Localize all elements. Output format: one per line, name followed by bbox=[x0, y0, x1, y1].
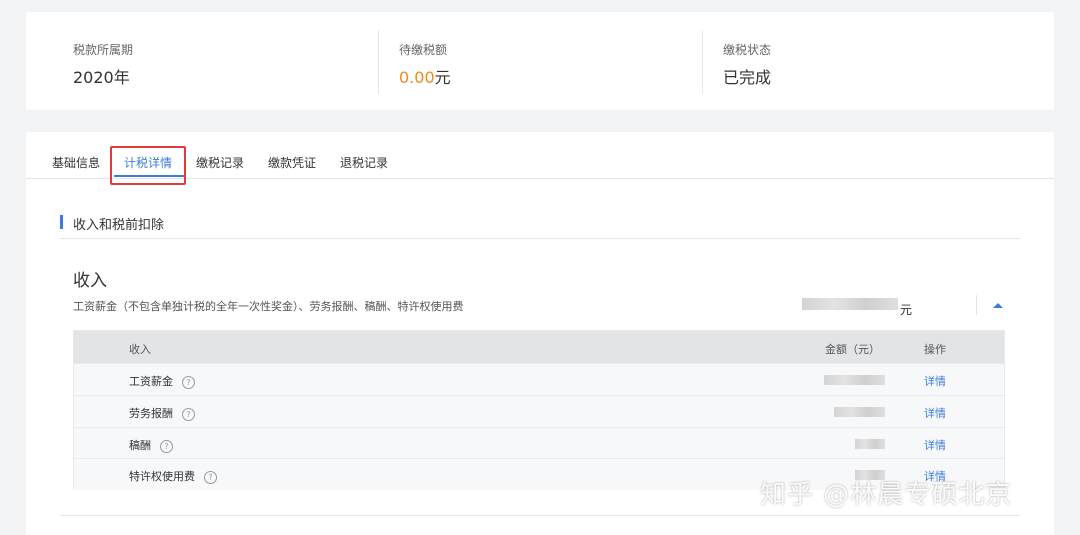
tab-refund-records[interactable]: 退税记录 bbox=[340, 154, 388, 171]
caret-up-icon[interactable] bbox=[992, 300, 1004, 310]
amount-redacted bbox=[824, 375, 885, 385]
detail-link[interactable]: 详情 bbox=[924, 437, 946, 453]
header-amount: 金额（元） bbox=[825, 343, 880, 356]
question-circle-icon[interactable]: ? bbox=[182, 375, 195, 389]
header-income: 收入 bbox=[129, 343, 151, 356]
amount-redacted bbox=[834, 407, 885, 417]
summary-card: 税款所属期 2020年 待缴税额 0.00元 缴税状态 已完成 bbox=[26, 12, 1054, 110]
summary-divider bbox=[702, 30, 703, 94]
row-name: 稿酬? bbox=[129, 437, 173, 453]
tab-payment-voucher[interactable]: 缴款凭证 bbox=[268, 154, 316, 171]
table-row: 稿酬? 详情 bbox=[74, 427, 1004, 459]
table-row: 工资薪金? 详情 bbox=[74, 363, 1004, 395]
question-circle-icon[interactable]: ? bbox=[160, 439, 173, 453]
amount-redacted bbox=[855, 439, 885, 449]
question-circle-icon[interactable]: ? bbox=[204, 470, 217, 484]
row-name: 工资薪金? bbox=[129, 373, 195, 389]
period-value: 2020年 bbox=[73, 68, 130, 87]
header-action: 操作 bbox=[924, 343, 946, 356]
tab-basic-info[interactable]: 基础信息 bbox=[52, 154, 100, 171]
table-row: 劳务报酬? 详情 bbox=[74, 395, 1004, 427]
row-name-text: 稿酬 bbox=[129, 439, 151, 452]
status-value: 已完成 bbox=[723, 68, 772, 87]
watermark: 知乎 @林晨专硕北京 bbox=[760, 480, 1013, 510]
pending-value: 0.00元 bbox=[399, 64, 451, 88]
detail-link[interactable]: 详情 bbox=[924, 373, 946, 389]
period-label: 税款所属期 bbox=[73, 43, 134, 57]
row-name-text: 工资薪金 bbox=[129, 375, 173, 388]
pending-label: 待缴税额 bbox=[399, 43, 448, 57]
tab-bar: 基础信息 计税详情 缴税记录 缴款凭证 退税记录 bbox=[26, 132, 1054, 185]
table-header: 收入 金额（元） 操作 bbox=[74, 331, 1004, 363]
row-name: 特许权使用费? bbox=[129, 468, 217, 484]
row-name-text: 劳务报酬 bbox=[129, 407, 173, 420]
summary-divider bbox=[378, 30, 379, 94]
row-name: 劳务报酬? bbox=[129, 405, 195, 421]
income-total-redacted bbox=[802, 298, 898, 310]
pending-amount: 0.00 bbox=[399, 68, 435, 87]
pending-unit: 元 bbox=[434, 68, 451, 87]
section-title: 收入和税前扣除 bbox=[73, 218, 165, 233]
detail-link[interactable]: 详情 bbox=[924, 405, 946, 421]
income-total-unit: 元 bbox=[900, 303, 913, 317]
row-name-text: 特许权使用费 bbox=[129, 470, 195, 483]
tab-payment-records[interactable]: 缴税记录 bbox=[196, 154, 244, 171]
status-label: 缴税状态 bbox=[723, 43, 772, 57]
income-description: 工资薪金（不包含单独计税的全年一次性奖金）、劳务报酬、稿酬、特许权使用费 bbox=[73, 300, 464, 313]
header-separator bbox=[976, 295, 977, 315]
question-circle-icon[interactable]: ? bbox=[182, 407, 195, 421]
section-divider bbox=[60, 238, 1020, 239]
section-bottom-divider bbox=[60, 515, 1020, 516]
income-table: 收入 金额（元） 操作 工资薪金? 详情 劳务报酬? 详情 稿酬? 详情 特许权… bbox=[73, 330, 1005, 490]
highlight-annotation bbox=[110, 146, 186, 185]
income-title: 收入 bbox=[73, 271, 107, 291]
